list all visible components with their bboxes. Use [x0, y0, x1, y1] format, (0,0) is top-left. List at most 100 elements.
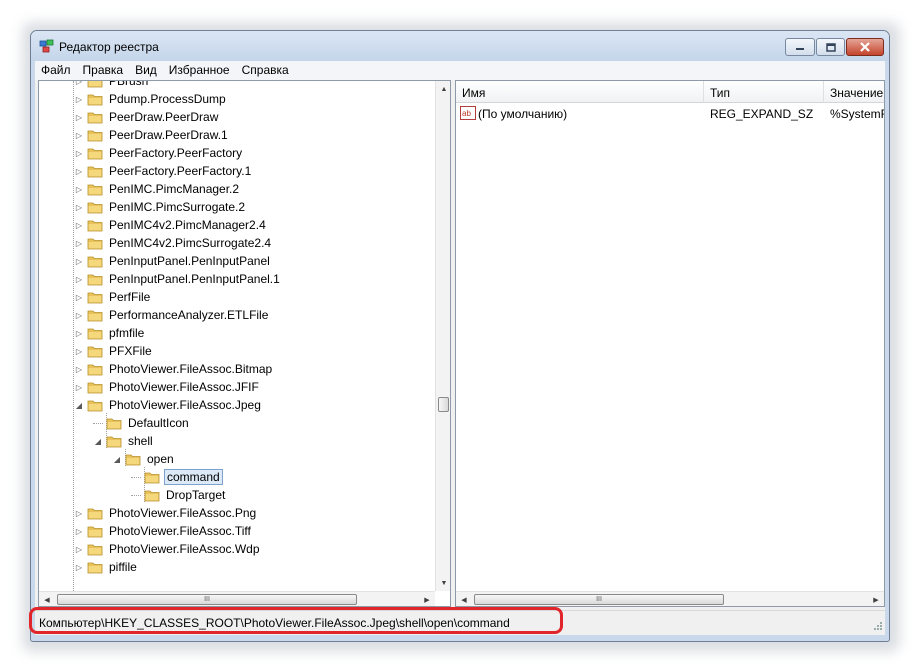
- expand-arrow-icon[interactable]: ▷: [74, 544, 84, 554]
- tree-item[interactable]: ◢ open: [112, 450, 176, 468]
- maximize-icon: [825, 42, 836, 52]
- expand-arrow-icon[interactable]: ▷: [74, 94, 84, 104]
- tree-item[interactable]: ▷ PenIMC4v2.PimcSurrogate2.4: [74, 234, 273, 252]
- tree-item[interactable]: ▷ piffile: [74, 558, 139, 576]
- expand-arrow-icon[interactable]: ▷: [74, 256, 84, 266]
- scroll-left-arrow-icon[interactable]: ◀: [39, 592, 55, 606]
- tree-item[interactable]: ▷ PenInputPanel.PenInputPanel: [74, 252, 272, 270]
- tree-vertical-scrollbar[interactable]: ▲ ▼: [435, 81, 450, 591]
- tree-item[interactable]: ▷ PerfFile: [74, 288, 152, 306]
- expand-arrow-icon[interactable]: ▷: [74, 274, 84, 284]
- menu-help[interactable]: Справка: [236, 61, 295, 78]
- scroll-grip-icon: III: [596, 596, 602, 603]
- tree-item[interactable]: ▷ PerformanceAnalyzer.ETLFile: [74, 306, 270, 324]
- expand-arrow-icon[interactable]: ▷: [74, 292, 84, 302]
- tree-item[interactable]: ▷ PeerDraw.PeerDraw: [74, 108, 220, 126]
- tree-item-label: PhotoViewer.FileAssoc.Jpeg: [109, 398, 261, 412]
- resize-grip-icon[interactable]: [873, 621, 883, 631]
- tree-item[interactable]: ◢ PhotoViewer.FileAssoc.Jpeg: [74, 396, 263, 414]
- tree-item[interactable]: DropTarget: [131, 486, 227, 504]
- scroll-right-arrow-icon[interactable]: ▶: [419, 592, 435, 606]
- collapse-arrow-icon[interactable]: ◢: [112, 454, 122, 464]
- scroll-up-arrow-icon[interactable]: ▲: [436, 81, 450, 97]
- tree-item[interactable]: ▷ PenIMC.PimcManager.2: [74, 180, 241, 198]
- minimize-button[interactable]: [785, 38, 815, 56]
- tree-item[interactable]: ▷ PFXFile: [74, 342, 154, 360]
- tree-item-label: DropTarget: [166, 488, 226, 502]
- tree-item-label: shell: [128, 434, 153, 448]
- expand-arrow-icon[interactable]: ▷: [74, 220, 84, 230]
- maximize-button[interactable]: [816, 38, 845, 56]
- expand-arrow-icon[interactable]: ▷: [74, 130, 84, 140]
- folder-icon: [87, 183, 103, 196]
- tree-item[interactable]: ▷ PeerFactory.PeerFactory.1: [74, 162, 253, 180]
- tree-item[interactable]: ▷ PhotoViewer.FileAssoc.Bitmap: [74, 360, 274, 378]
- tree-item[interactable]: ▷ PeerDraw.PeerDraw.1: [74, 126, 230, 144]
- expand-arrow-icon[interactable]: ▷: [74, 562, 84, 572]
- folder-icon: [87, 111, 103, 124]
- tree-item-label: PenInputPanel.PenInputPanel.1: [109, 272, 280, 286]
- folder-icon: [87, 93, 103, 106]
- value-row-default[interactable]: ab (По умолчанию) REG_EXPAND_SZ %SystemR: [456, 105, 884, 123]
- string-value-icon: ab: [460, 106, 476, 120]
- collapse-arrow-icon[interactable]: ◢: [93, 436, 103, 446]
- scroll-down-arrow-icon[interactable]: ▼: [436, 575, 450, 591]
- tree-item[interactable]: ▷ PenIMC.PimcSurrogate.2: [74, 198, 247, 216]
- expand-arrow-icon[interactable]: ▷: [74, 112, 84, 122]
- collapse-arrow-icon[interactable]: ◢: [74, 400, 84, 410]
- folder-icon: [144, 471, 160, 484]
- expand-arrow-icon[interactable]: ▷: [74, 184, 84, 194]
- title-bar[interactable]: Редактор реестра: [31, 31, 889, 61]
- tree-connector: [93, 418, 103, 428]
- menu-view[interactable]: Вид: [129, 61, 163, 78]
- menu-favorites[interactable]: Избранное: [163, 61, 236, 78]
- tree-item[interactable]: ▷ PhotoViewer.FileAssoc.Wdp: [74, 540, 262, 558]
- tree-item[interactable]: ▷ PenInputPanel.PenInputPanel.1: [74, 270, 282, 288]
- expand-arrow-icon[interactable]: ▷: [74, 508, 84, 518]
- tree-horizontal-scrollbar[interactable]: ◀ III ▶: [39, 591, 435, 606]
- tree-item[interactable]: ▷ Pdump.ProcessDump: [74, 90, 228, 108]
- list-horizontal-scrollbar[interactable]: ◀ III ▶: [456, 591, 884, 606]
- close-button[interactable]: [846, 38, 884, 56]
- tree-item[interactable]: ▷ PBrush: [74, 81, 150, 90]
- column-header-name[interactable]: Имя: [456, 81, 704, 103]
- expand-arrow-icon[interactable]: ▷: [74, 382, 84, 392]
- tree-item[interactable]: ▷ PeerFactory.PeerFactory: [74, 144, 244, 162]
- horizontal-scroll-thumb[interactable]: III: [474, 594, 724, 605]
- tree-item[interactable]: ▷ PhotoViewer.FileAssoc.Png: [74, 504, 258, 522]
- folder-icon: [87, 507, 103, 520]
- horizontal-scroll-thumb[interactable]: III: [57, 594, 357, 605]
- value-name: (По умолчанию): [478, 107, 568, 121]
- column-header-value[interactable]: Значение: [824, 81, 884, 103]
- menu-file[interactable]: Файл: [35, 61, 77, 78]
- folder-icon: [87, 201, 103, 214]
- expand-arrow-icon[interactable]: ▷: [74, 328, 84, 338]
- expand-arrow-icon[interactable]: ▷: [74, 202, 84, 212]
- tree-item[interactable]: ▷ PhotoViewer.FileAssoc.JFIF: [74, 378, 261, 396]
- folder-icon: [87, 273, 103, 286]
- expand-arrow-icon[interactable]: ▷: [74, 364, 84, 374]
- values-list-pane[interactable]: Имя Тип Значение ab (По умолчанию) REG_E…: [455, 80, 885, 607]
- scroll-left-arrow-icon[interactable]: ◀: [456, 592, 472, 606]
- expand-arrow-icon[interactable]: ▷: [74, 81, 84, 86]
- folder-icon: [87, 165, 103, 178]
- tree-item[interactable]: ▷ pfmfile: [74, 324, 146, 342]
- expand-arrow-icon[interactable]: ▷: [74, 346, 84, 356]
- tree-item[interactable]: ▷ PenIMC4v2.PimcManager2.4: [74, 216, 268, 234]
- key-tree-pane[interactable]: ▷ PBrush ▷ Pdump.ProcessDump ▷ PeerDraw.PeerD…: [38, 80, 451, 607]
- tree-item[interactable]: ▷ PhotoViewer.FileAssoc.Tiff: [74, 522, 253, 540]
- expand-arrow-icon[interactable]: ▷: [74, 238, 84, 248]
- expand-arrow-icon[interactable]: ▷: [74, 310, 84, 320]
- expand-arrow-icon[interactable]: ▷: [74, 526, 84, 536]
- expand-arrow-icon[interactable]: ▷: [74, 166, 84, 176]
- tree-item[interactable]: command: [131, 468, 223, 486]
- tree-item-label: PhotoViewer.FileAssoc.Png: [109, 506, 257, 520]
- expand-arrow-icon[interactable]: ▷: [74, 148, 84, 158]
- tree-item[interactable]: DefaultIcon: [93, 414, 191, 432]
- column-header-type[interactable]: Тип: [704, 81, 824, 103]
- scroll-right-arrow-icon[interactable]: ▶: [868, 592, 884, 606]
- folder-icon: [87, 129, 103, 142]
- vertical-scroll-thumb[interactable]: [438, 397, 449, 412]
- tree-item[interactable]: ◢ shell: [93, 432, 155, 450]
- menu-edit[interactable]: Правка: [77, 61, 130, 78]
